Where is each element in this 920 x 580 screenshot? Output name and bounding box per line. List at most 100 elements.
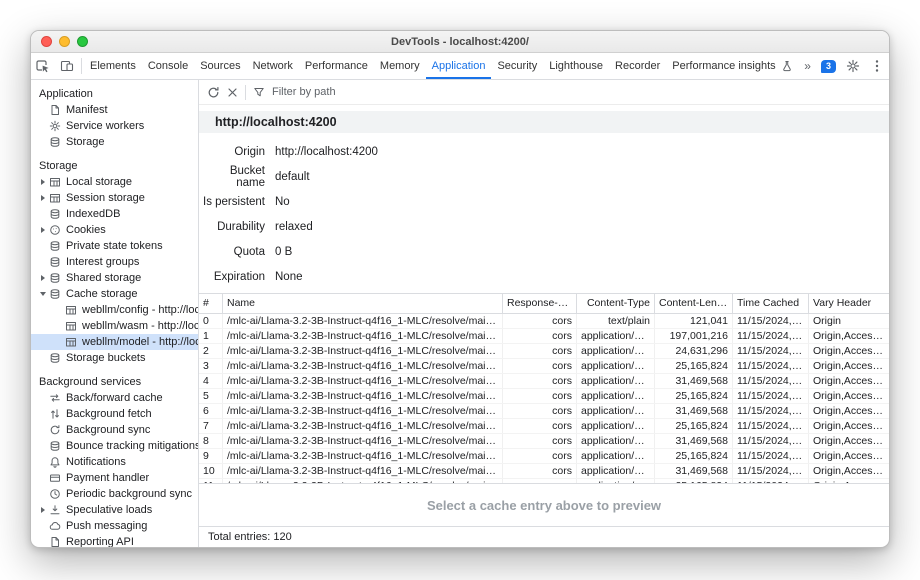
filter-by-path-input[interactable]: Filter by path	[272, 86, 336, 98]
kebab-menu-icon[interactable]	[865, 53, 889, 79]
database-icon	[48, 272, 62, 284]
sidebar-item-storage-buckets[interactable]: Storage buckets	[31, 350, 198, 366]
sidebar-item-indexeddb[interactable]: IndexedDB	[31, 206, 198, 222]
sidebar-item-storage[interactable]: Storage	[31, 134, 198, 150]
sidebar-item-interest-groups[interactable]: Interest groups	[31, 254, 198, 270]
inspect-icon[interactable]	[31, 53, 55, 79]
sidebar-item-session-storage[interactable]: Session storage	[31, 190, 198, 206]
more-tabs-chevron[interactable]: »	[799, 53, 816, 79]
sidebar-item-background-fetch[interactable]: Background fetch	[31, 406, 198, 422]
sidebar-item-local-storage[interactable]: Local storage	[31, 174, 198, 190]
column-header-content-type[interactable]: Content-Type	[577, 294, 655, 313]
sidebar-item-push-messaging[interactable]: Push messaging	[31, 518, 198, 534]
cell: /mlc-ai/Llama-3.2-3B-Instruct-q4f16_1-ML…	[223, 359, 503, 373]
cache-row-4[interactable]: 4/mlc-ai/Llama-3.2-3B-Instruct-q4f16_1-M…	[199, 374, 889, 389]
sidebar-section-application: Application	[31, 86, 198, 102]
column-header-response-type[interactable]: Response-Type	[503, 294, 577, 313]
database-icon	[48, 240, 62, 252]
sidebar-item-payment-handler[interactable]: Payment handler	[31, 470, 198, 486]
cache-row-1[interactable]: 1/mlc-ai/Llama-3.2-3B-Instruct-q4f16_1-M…	[199, 329, 889, 344]
column-header-time-cached[interactable]: Time Cached	[733, 294, 809, 313]
cell: cors	[503, 449, 577, 463]
chevron-down-icon[interactable]	[37, 292, 48, 296]
column-header-[interactable]: #	[199, 294, 223, 313]
tab-performance[interactable]: Performance	[299, 53, 374, 79]
sidebar-item-cookies[interactable]: Cookies	[31, 222, 198, 238]
chevron-right-icon[interactable]	[37, 507, 48, 513]
tab-lighthouse[interactable]: Lighthouse	[543, 53, 609, 79]
sidebar-item-back-forward-cache[interactable]: Back/forward cache	[31, 390, 198, 406]
window-titlebar[interactable]: DevTools - localhost:4200/	[31, 31, 889, 53]
tab-sources[interactable]: Sources	[194, 53, 246, 79]
sidebar-item-webllm-wasm-http-loca[interactable]: webllm/wasm - http://loca…	[31, 318, 198, 334]
cell: application/oc…	[577, 389, 655, 403]
sidebar-item-speculative-loads[interactable]: Speculative loads	[31, 502, 198, 518]
column-header-content-length[interactable]: Content-Length	[655, 294, 733, 313]
tab-application[interactable]: Application	[426, 53, 492, 79]
sidebar-item-reporting-api[interactable]: Reporting API	[31, 534, 198, 547]
sidebar-item-label: Speculative loads	[66, 504, 152, 516]
tabbar-left-icons	[31, 53, 79, 79]
filter-icon[interactable]	[253, 86, 265, 98]
tab-security[interactable]: Security	[491, 53, 543, 79]
cell: Origin,Access…	[809, 464, 889, 478]
cell: application/oc…	[577, 404, 655, 418]
cache-row-7[interactable]: 7/mlc-ai/Llama-3.2-3B-Instruct-q4f16_1-M…	[199, 419, 889, 434]
cell: Origin,Access…	[809, 374, 889, 388]
sidebar-item-manifest[interactable]: Manifest	[31, 102, 198, 118]
cache-row-2[interactable]: 2/mlc-ai/Llama-3.2-3B-Instruct-q4f16_1-M…	[199, 344, 889, 359]
window-title: DevTools - localhost:4200/	[31, 36, 889, 48]
zoom-window-button[interactable]	[77, 36, 88, 47]
sidebar-item-label: webllm/wasm - http://loca…	[82, 320, 198, 332]
meta-value: None	[275, 271, 303, 283]
tab-recorder[interactable]: Recorder	[609, 53, 666, 79]
cache-row-6[interactable]: 6/mlc-ai/Llama-3.2-3B-Instruct-q4f16_1-M…	[199, 404, 889, 419]
sidebar-item-periodic-background-sync[interactable]: Periodic background sync	[31, 486, 198, 502]
sidebar-item-webllm-config-http-loc[interactable]: webllm/config - http://loc…	[31, 302, 198, 318]
cache-row-9[interactable]: 9/mlc-ai/Llama-3.2-3B-Instruct-q4f16_1-M…	[199, 449, 889, 464]
application-sidebar: ApplicationManifestService workersStorag…	[31, 80, 199, 547]
cache-row-0[interactable]: 0/mlc-ai/Llama-3.2-3B-Instruct-q4f16_1-M…	[199, 314, 889, 329]
chevron-right-icon[interactable]	[37, 179, 48, 185]
table-body: 0/mlc-ai/Llama-3.2-3B-Instruct-q4f16_1-M…	[199, 314, 889, 483]
refresh-icon[interactable]	[207, 86, 220, 99]
sidebar-item-cache-storage[interactable]: Cache storage	[31, 286, 198, 302]
cell: 11/15/2024, 10…	[733, 329, 809, 343]
cell: 9	[199, 449, 223, 463]
devtools-tabbar: ElementsConsoleSourcesNetworkPerformance…	[31, 53, 889, 80]
cell: application/oc…	[577, 449, 655, 463]
tab-memory[interactable]: Memory	[374, 53, 426, 79]
tab-network[interactable]: Network	[247, 53, 299, 79]
cell: 11/15/2024, 10…	[733, 434, 809, 448]
table-icon	[48, 176, 62, 188]
sidebar-item-service-workers[interactable]: Service workers	[31, 118, 198, 134]
meta-value: No	[275, 196, 290, 208]
tab-elements[interactable]: Elements	[84, 53, 142, 79]
sidebar-item-webllm-model-http-loc[interactable]: webllm/model - http://loc…	[31, 334, 198, 350]
chevron-right-icon[interactable]	[37, 227, 48, 233]
cookie-icon	[48, 224, 62, 236]
tab-performance-insights[interactable]: Performance insights	[666, 53, 799, 79]
delete-selected-icon[interactable]	[227, 87, 238, 98]
close-window-button[interactable]	[41, 36, 52, 47]
sidebar-item-label: webllm/model - http://loc…	[82, 336, 198, 348]
sidebar-item-private-state-tokens[interactable]: Private state tokens	[31, 238, 198, 254]
sidebar-item-notifications[interactable]: Notifications	[31, 454, 198, 470]
cache-row-10[interactable]: 10/mlc-ai/Llama-3.2-3B-Instruct-q4f16_1-…	[199, 464, 889, 479]
column-header-vary-header[interactable]: Vary Header	[809, 294, 889, 313]
cache-row-8[interactable]: 8/mlc-ai/Llama-3.2-3B-Instruct-q4f16_1-M…	[199, 434, 889, 449]
sidebar-item-shared-storage[interactable]: Shared storage	[31, 270, 198, 286]
device-toolbar-icon[interactable]	[55, 53, 79, 79]
tab-console[interactable]: Console	[142, 53, 194, 79]
meta-row-quota: Quota0 B	[199, 239, 889, 264]
column-header-name[interactable]: Name	[223, 294, 503, 313]
sidebar-item-bounce-tracking-mitigations[interactable]: Bounce tracking mitigations	[31, 438, 198, 454]
chevron-right-icon[interactable]	[37, 275, 48, 281]
settings-gear-icon[interactable]	[841, 53, 865, 79]
console-messages-badge[interactable]: 3	[821, 60, 836, 73]
minimize-window-button[interactable]	[59, 36, 70, 47]
sidebar-item-background-sync[interactable]: Background sync	[31, 422, 198, 438]
cache-row-3[interactable]: 3/mlc-ai/Llama-3.2-3B-Instruct-q4f16_1-M…	[199, 359, 889, 374]
cache-row-5[interactable]: 5/mlc-ai/Llama-3.2-3B-Instruct-q4f16_1-M…	[199, 389, 889, 404]
chevron-right-icon[interactable]	[37, 195, 48, 201]
